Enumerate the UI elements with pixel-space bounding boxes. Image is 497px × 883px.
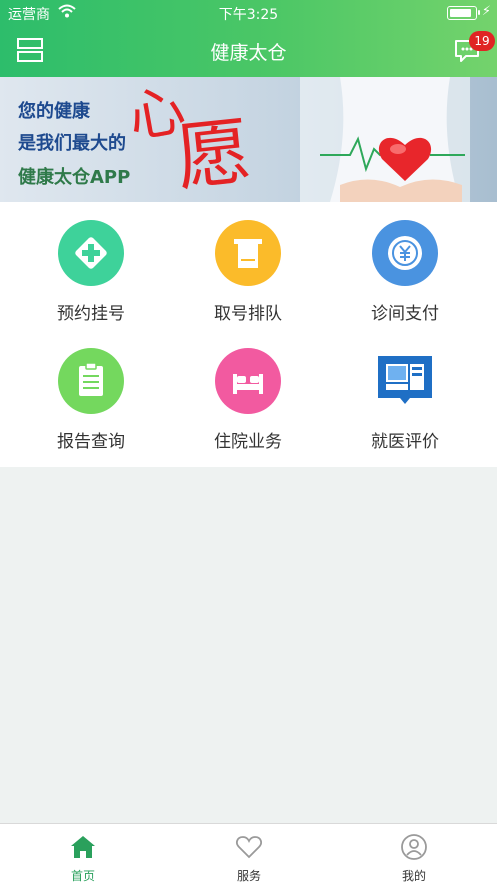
service-label: 取号排队 <box>214 304 282 324</box>
service-label: 住院业务 <box>214 432 282 452</box>
service-grid: 预约挂号 取号排队 诊间支付 报告查询 住院业务 就医评价 <box>0 202 497 467</box>
service-inpatient[interactable]: 住院业务 <box>165 330 331 460</box>
hands-heart-illustration <box>300 77 470 202</box>
battery-icon <box>447 6 480 20</box>
tab-profile[interactable]: 我的 <box>331 824 497 883</box>
report-icon <box>58 348 124 414</box>
nav-bar: 健康太仓 19 <box>0 26 497 77</box>
service-label: 预约挂号 <box>57 304 125 324</box>
message-badge: 19 <box>469 31 495 51</box>
service-appointment[interactable]: 预约挂号 <box>8 202 174 332</box>
payment-icon <box>372 220 438 286</box>
hospital-bed-icon <box>215 348 281 414</box>
banner-line-3: 健康太仓APP <box>18 167 131 188</box>
promo-banner[interactable]: 您的健康 是我们最大的 健康太仓APP 心 愿 <box>0 77 497 202</box>
appointment-icon <box>58 220 124 286</box>
ticket-icon <box>215 220 281 286</box>
tab-label: 服务 <box>236 869 261 883</box>
banner-line-1: 您的健康 <box>18 101 90 122</box>
service-payment[interactable]: 诊间支付 <box>322 202 488 332</box>
bottom-tab-bar: 首页 服务 我的 <box>0 823 497 883</box>
tab-label: 我的 <box>401 869 426 883</box>
clock: 下午3:25 <box>218 7 279 23</box>
service-evaluation[interactable]: 就医评价 <box>322 330 488 460</box>
home-icon <box>71 836 95 858</box>
tab-services[interactable]: 服务 <box>166 824 332 883</box>
evaluation-icon <box>372 348 438 414</box>
banner-line-2: 是我们最大的 <box>18 133 126 154</box>
service-report-query[interactable]: 报告查询 <box>8 330 174 460</box>
service-label: 诊间支付 <box>371 304 439 324</box>
battery-level <box>450 9 471 17</box>
service-label: 就医评价 <box>371 432 439 452</box>
page-title: 健康太仓 <box>210 42 287 64</box>
profile-icon <box>401 834 427 860</box>
service-queue-ticket[interactable]: 取号排队 <box>165 202 331 332</box>
tab-label: 首页 <box>70 869 95 883</box>
banner-calligraphy-2: 愿 <box>172 108 255 202</box>
app-header: 运营商 下午3:25 ⚡ 健康太仓 19 <box>0 0 497 77</box>
service-label: 报告查询 <box>57 432 125 452</box>
charging-icon: ⚡ <box>481 4 491 19</box>
tab-home[interactable]: 首页 <box>0 824 166 883</box>
heart-icon <box>236 836 262 859</box>
status-bar: 运营商 下午3:25 ⚡ <box>0 0 497 26</box>
